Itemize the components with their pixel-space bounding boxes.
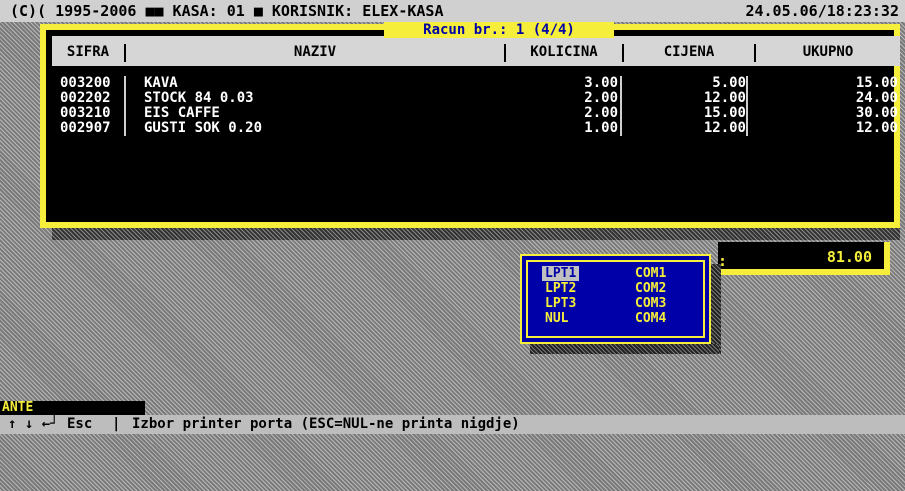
cell-naziv: STOCK 84 0.03	[144, 90, 254, 106]
cell-naziv: EIS CAFFE	[144, 105, 220, 121]
status-message: Izbor printer porta (ESC=NUL-ne printa n…	[132, 416, 520, 432]
cell-kolicina: 2.00	[584, 90, 618, 106]
user-tag: ANTE	[0, 401, 145, 415]
menu-option-com2[interactable]: COM2	[632, 281, 669, 296]
printer-port-menu: LPT1 LPT2 LPT3 NUL COM1 COM2 COM3 COM4	[520, 254, 711, 344]
menu-option-lpt2[interactable]: LPT2	[542, 281, 579, 296]
cell-sifra: 003200	[60, 75, 111, 91]
column-kolicina: KOLICINA	[530, 44, 598, 60]
cell-naziv: GUSTI SOK 0.20	[144, 120, 263, 136]
cell-ukupno: 24.00	[855, 90, 898, 106]
cell-kolicina: 3.00	[584, 75, 618, 91]
cell-naziv: KAVA	[144, 75, 178, 91]
total-value: 81.00	[826, 248, 872, 266]
cell-cijena: 15.00	[703, 105, 746, 121]
cell-sifra: 003210	[60, 105, 111, 121]
menu-option-nul[interactable]: NUL	[542, 311, 571, 326]
app-title: (C)( 1995-2006 ■■ KASA: 01 ■ KORISNIK: E…	[10, 2, 444, 20]
receipt-panel: SIFRA NAZIV KOLICINA CIJENA UKUPNO 00320…	[40, 24, 900, 228]
menu-option-lpt3[interactable]: LPT3	[542, 296, 579, 311]
status-bar: ↑ ↓ ←┘ Esc | Izbor printer porta (ESC=NU…	[0, 415, 905, 434]
menu-option-com3[interactable]: COM3	[632, 296, 669, 311]
cell-kolicina: 2.00	[584, 105, 618, 121]
cell-cijena: 5.00	[712, 75, 746, 91]
datetime: 24.05.06/18:23:32	[745, 2, 899, 20]
printer-port-menu-frame: LPT1 LPT2 LPT3 NUL COM1 COM2 COM3 COM4	[526, 260, 705, 338]
popup-shadow-bottom	[530, 344, 719, 354]
table-row[interactable]: 003200 KAVA 3.00 5.00 15.00	[52, 76, 900, 91]
table-header: SIFRA NAZIV KOLICINA CIJENA UKUPNO	[52, 36, 900, 66]
column-cijena: CIJENA	[663, 44, 715, 60]
receipt-rows: 003200 KAVA 3.00 5.00 15.00 002202 STOCK…	[52, 76, 900, 136]
key-hints: ↑ ↓ ←┘ Esc	[8, 416, 93, 432]
cell-ukupno: 30.00	[855, 105, 898, 121]
status-separator: |	[112, 416, 121, 432]
menu-option-com4[interactable]: COM4	[632, 311, 669, 326]
title-bar: (C)( 1995-2006 ■■ KASA: 01 ■ KORISNIK: E…	[0, 0, 905, 22]
total-box: : 81.00	[718, 242, 890, 275]
cell-cijena: 12.00	[703, 120, 746, 136]
receipt-title: Racun br.: 1 (4/4)	[384, 22, 614, 38]
cell-sifra: 002907	[60, 120, 111, 136]
cell-cijena: 12.00	[703, 90, 746, 106]
menu-option-lpt1[interactable]: LPT1	[542, 266, 580, 281]
column-naziv: NAZIV	[293, 44, 337, 60]
user-name: ANTE	[2, 400, 34, 415]
cell-ukupno: 12.00	[855, 120, 898, 136]
cell-sifra: 002202	[60, 90, 111, 106]
panel-shadow	[52, 228, 900, 240]
column-ukupno: UKUPNO	[802, 44, 854, 60]
menu-option-com1[interactable]: COM1	[632, 266, 669, 281]
cell-kolicina: 1.00	[584, 120, 618, 136]
table-row[interactable]: 003210 EIS CAFFE 2.00 15.00 30.00	[52, 106, 900, 121]
cell-ukupno: 15.00	[855, 75, 898, 91]
column-sifra: SIFRA	[66, 44, 110, 60]
table-row[interactable]: 002202 STOCK 84 0.03 2.00 12.00 24.00	[52, 91, 900, 106]
popup-shadow-right	[711, 264, 721, 354]
table-row[interactable]: 002907 GUSTI SOK 0.20 1.00 12.00 12.00	[52, 121, 900, 136]
